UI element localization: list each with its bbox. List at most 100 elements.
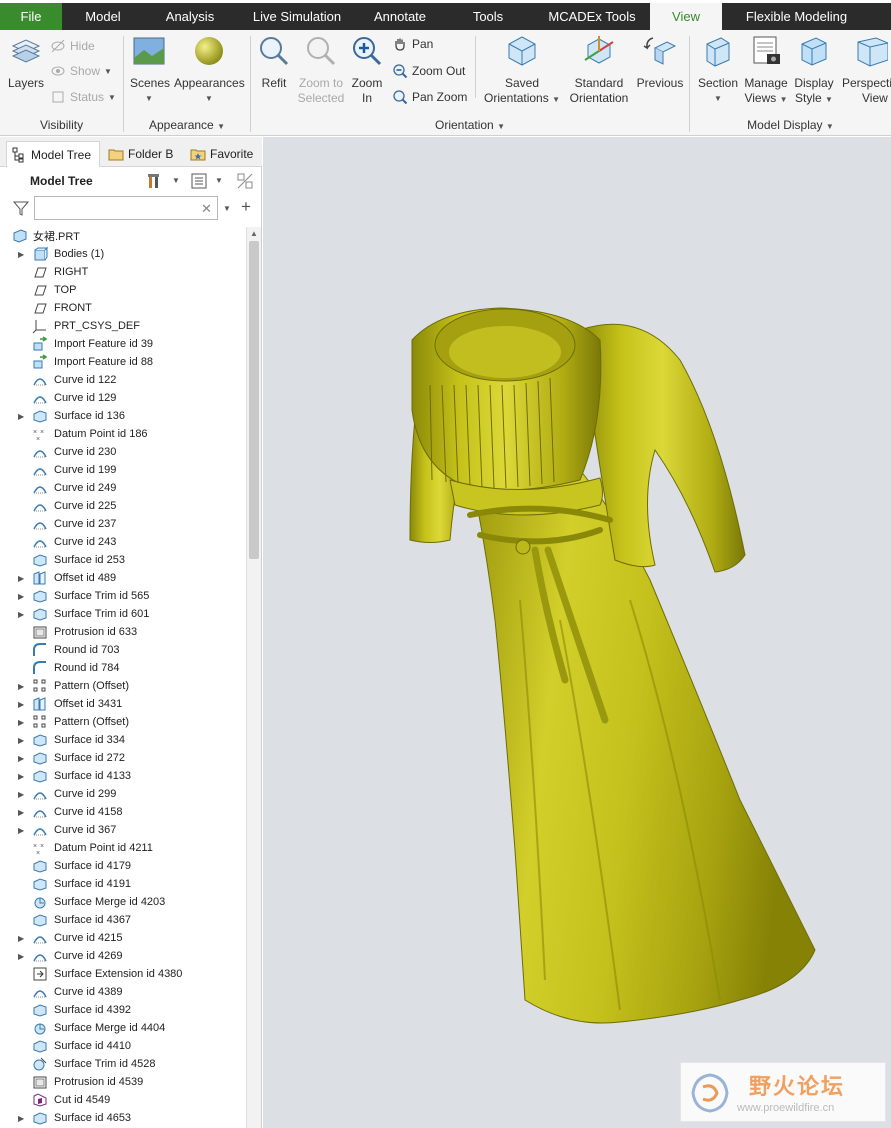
tree-item[interactable]: Surface id 4367 [0, 911, 246, 929]
scenes-button[interactable]: Scenes ▼ [130, 34, 170, 106]
pan-button[interactable]: Pan [392, 34, 433, 54]
refit-button[interactable]: Refit [255, 34, 293, 91]
tree-settings-icon[interactable] [146, 172, 164, 190]
tab-model[interactable]: Model [62, 3, 144, 30]
expand-arrow-icon[interactable]: ▶ [18, 934, 28, 943]
expand-arrow-icon[interactable]: ▶ [18, 826, 28, 835]
expand-arrow-icon[interactable]: ▶ [18, 772, 28, 781]
tree-item[interactable]: Surface Merge id 4203 [0, 893, 246, 911]
tree-item[interactable]: Curve id 237 [0, 515, 246, 533]
tree-item[interactable]: ▶ Curve id 4269 [0, 947, 246, 965]
tree-item[interactable]: Curve id 122 [0, 371, 246, 389]
tab-live-simulation[interactable]: Live Simulation [236, 3, 358, 30]
show-button[interactable]: Show ▼ [50, 61, 112, 81]
dress-model[interactable] [263, 137, 891, 1128]
standard-orientation-button[interactable]: Standard Orientation [567, 34, 631, 106]
expand-arrow-icon[interactable]: ▶ [18, 754, 28, 763]
expand-arrow-icon[interactable]: ▶ [18, 718, 28, 727]
tree-item[interactable]: Round id 784 [0, 659, 246, 677]
tree-item[interactable]: ▶ Curve id 4158 [0, 803, 246, 821]
expand-arrow-icon[interactable]: ▶ [18, 808, 28, 817]
perspective-view-button[interactable]: Perspective View [840, 34, 891, 106]
tree-item[interactable]: Curve id 230 [0, 443, 246, 461]
zoom-to-selected-button[interactable]: Zoom to Selected [295, 34, 347, 106]
tree-item[interactable]: ▶ Surface Trim id 601 [0, 605, 246, 623]
tree-item[interactable]: Curve id 249 [0, 479, 246, 497]
tree-item[interactable]: FRONT [0, 299, 246, 317]
tree-item[interactable]: Import Feature id 39 [0, 335, 246, 353]
tree-item[interactable]: ▶ Surface id 136 [0, 407, 246, 425]
tree-filter-settings-icon[interactable] [236, 172, 254, 190]
manage-views-button[interactable]: Manage Views ▼ [743, 34, 789, 107]
tree-item[interactable]: ▶ Curve id 367 [0, 821, 246, 839]
tree-item[interactable]: Curve id 243 [0, 533, 246, 551]
tab-mcadex-tools[interactable]: MCADEx Tools [534, 3, 650, 30]
tree-item[interactable]: Cut id 4549 [0, 1091, 246, 1109]
previous-button[interactable]: Previous [635, 34, 685, 91]
tree-item[interactable]: Curve id 225 [0, 497, 246, 515]
tab-annotate[interactable]: Annotate [358, 3, 442, 30]
tree-item[interactable]: Import Feature id 88 [0, 353, 246, 371]
tree-item[interactable]: Round id 703 [0, 641, 246, 659]
tab-folder-browser[interactable]: Folder B [104, 141, 182, 167]
expand-arrow-icon[interactable]: ▶ [18, 736, 28, 745]
tree-item[interactable]: ▶ Pattern (Offset) [0, 713, 246, 731]
model-display-group-label[interactable]: Model Display ▼ [690, 118, 891, 132]
tree-item[interactable]: ▶ Surface id 4653 [0, 1109, 246, 1127]
tree-item[interactable]: TOP [0, 281, 246, 299]
scroll-up-icon[interactable]: ▲ [250, 229, 258, 238]
tree-search-input[interactable] [34, 196, 218, 220]
tree-item[interactable]: ▶ Offset id 489 [0, 569, 246, 587]
tree-item[interactable]: Protrusion id 4539 [0, 1073, 246, 1091]
expand-arrow-icon[interactable]: ▶ [18, 1114, 28, 1123]
zoom-out-button[interactable]: Zoom Out [392, 61, 465, 81]
tree-scrollbar-thumb[interactable] [249, 241, 259, 559]
tree-item[interactable]: PRT_CSYS_DEF [0, 317, 246, 335]
tab-model-tree[interactable]: Model Tree [6, 141, 100, 167]
tree-item[interactable]: ▶ Curve id 299 [0, 785, 246, 803]
expand-arrow-icon[interactable]: ▶ [18, 412, 28, 421]
tree-root[interactable]: 女裙.PRT [0, 227, 246, 245]
chevron-down-icon[interactable]: ▼ [172, 176, 180, 185]
tree-item[interactable]: Protrusion id 633 [0, 623, 246, 641]
tree-item[interactable]: ▶ Surface Trim id 565 [0, 587, 246, 605]
expand-arrow-icon[interactable]: ▶ [18, 574, 28, 583]
expand-arrow-icon[interactable]: ▶ [18, 610, 28, 619]
display-style-button[interactable]: Display Style ▼ [791, 34, 837, 107]
tree-item[interactable]: Surface Extension id 4380 [0, 965, 246, 983]
appearance-group-label[interactable]: Appearance ▼ [124, 118, 250, 132]
expand-arrow-icon[interactable]: ▶ [18, 952, 28, 961]
tree-item[interactable]: ▶ Bodies (1) [0, 245, 246, 263]
tree-item[interactable]: Surface id 4410 [0, 1037, 246, 1055]
saved-orientations-button[interactable]: Saved Orientations ▼ [483, 34, 561, 107]
tree-item[interactable]: × × × Datum Point id 186 [0, 425, 246, 443]
section-button[interactable]: Section ▼ [694, 34, 742, 106]
tree-item[interactable]: Surface Merge id 4404 [0, 1019, 246, 1037]
tree-item[interactable]: Surface Trim id 4528 [0, 1055, 246, 1073]
expand-arrow-icon[interactable]: ▶ [18, 592, 28, 601]
pan-zoom-button[interactable]: Pan Zoom [392, 87, 467, 107]
add-filter-icon[interactable]: + [241, 197, 251, 217]
hide-button[interactable]: Hide [50, 36, 95, 56]
tab-favorites[interactable]: Favorite [186, 141, 260, 167]
tree-item[interactable]: ▶ Pattern (Offset) [0, 677, 246, 695]
chevron-down-icon[interactable]: ▼ [215, 176, 223, 185]
expand-arrow-icon[interactable]: ▶ [18, 790, 28, 799]
clear-search-icon[interactable]: ✕ [201, 201, 212, 217]
tree-item[interactable]: Surface id 253 [0, 551, 246, 569]
tab-tools[interactable]: Tools [442, 3, 534, 30]
tree-item[interactable]: RIGHT [0, 263, 246, 281]
tree-item[interactable]: ▶ Offset id 3431 [0, 695, 246, 713]
layers-button[interactable]: Layers [6, 34, 46, 91]
orientation-group-label[interactable]: Orientation ▼ [251, 118, 689, 132]
tab-flexible-modeling[interactable]: Flexible Modeling [722, 3, 871, 30]
show-columns-icon[interactable] [190, 172, 208, 190]
tab-view[interactable]: View [650, 3, 722, 30]
zoom-in-button[interactable]: Zoom In [349, 34, 385, 106]
tree-item[interactable]: Curve id 4389 [0, 983, 246, 1001]
appearances-button[interactable]: Appearances ▼ [174, 34, 245, 106]
tree-scrollbar[interactable]: ▲ [246, 227, 261, 1128]
expand-arrow-icon[interactable]: ▶ [18, 250, 28, 259]
tab-file[interactable]: File [0, 3, 62, 30]
filter-icon[interactable] [12, 199, 30, 217]
